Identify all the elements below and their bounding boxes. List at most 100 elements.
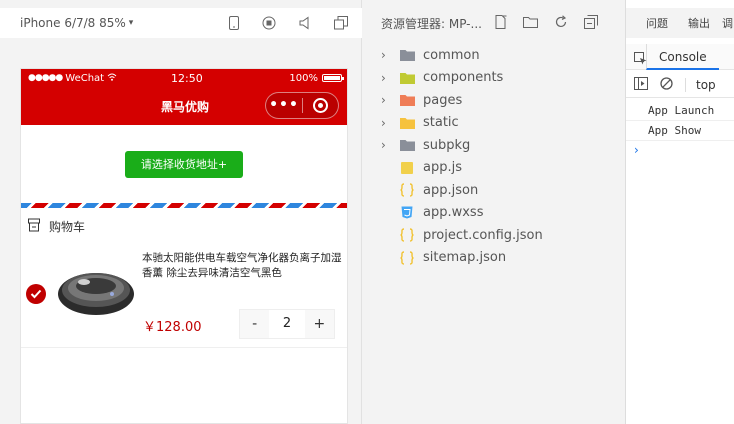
console-prompt[interactable]: › <box>634 143 639 157</box>
folder-icon-shape <box>399 95 415 107</box>
refresh-icon[interactable] <box>554 14 568 33</box>
checkmark-icon <box>30 289 42 299</box>
folder-icon <box>399 116 415 130</box>
chevron-right-icon: › <box>381 70 386 85</box>
goods-checkbox[interactable] <box>26 284 46 304</box>
chevron-right-icon: › <box>381 138 386 153</box>
capsule-menu: ••• <box>265 92 339 119</box>
tree-item-label: common <box>423 47 480 63</box>
choose-address-button[interactable]: 请选择收货地址+ <box>125 151 243 178</box>
popout-icon[interactable] <box>334 16 348 30</box>
debug-tabs: 问题 输出 调 <box>626 8 734 38</box>
close-icon <box>312 98 328 113</box>
tree-folder-common[interactable]: › common <box>363 44 624 67</box>
more-button[interactable]: ••• <box>266 92 302 119</box>
nav-bar: 黑马优购 ••• <box>21 87 347 125</box>
tree-item-label: pages <box>423 92 463 108</box>
console-log-row: App Show <box>626 121 734 141</box>
folder-icon <box>399 93 415 107</box>
context-selector[interactable]: top <box>685 77 716 92</box>
tree-file-app-wxss[interactable]: app.wxss <box>363 202 624 225</box>
status-time: 12:50 <box>171 71 203 85</box>
tree-item-label: project.config.json <box>423 227 543 243</box>
folder-icon <box>399 71 415 85</box>
chevron-down-icon: ▾ <box>128 18 134 28</box>
simulator-tools <box>228 8 348 38</box>
tree-item-label: static <box>423 115 459 131</box>
folder-icon <box>399 48 415 62</box>
console-pane: 问题 输出 调 Console top App Launch App Show … <box>625 0 734 424</box>
goods-price: ￥128.00 <box>143 320 202 335</box>
shop-icon <box>27 217 41 236</box>
console-toolbar: top <box>626 72 734 98</box>
phone-icon[interactable] <box>228 16 240 30</box>
tab-output[interactable]: 输出 <box>688 15 710 31</box>
device-label: iPhone 6/7/8 85% <box>20 16 126 30</box>
tree-file-app-json[interactable]: app.json <box>363 179 624 202</box>
battery-icon <box>322 74 344 82</box>
address-border-stripe <box>21 203 347 208</box>
collapse-all-icon[interactable] <box>584 14 598 33</box>
phone-screen: ●●●●● WeChat 12:50 100% 黑马优购 ••• 请选择收货地址… <box>20 68 348 424</box>
new-folder-icon[interactable] <box>523 14 538 33</box>
volume-icon[interactable] <box>298 16 312 30</box>
json-file-icon <box>399 251 415 265</box>
json-file-icon <box>399 183 415 197</box>
chevron-right-icon: › <box>381 115 386 130</box>
carrier-label: WeChat <box>65 72 105 84</box>
simulator-pane: iPhone 6/7/8 85% ▾ ●●●●● WeChat 12:50 10… <box>0 0 362 424</box>
devtools-window: iPhone 6/7/8 85% ▾ ●●●●● WeChat 12:50 10… <box>0 0 734 424</box>
signal-icon: ●●●●● <box>28 73 63 83</box>
inspect-icon[interactable] <box>634 50 647 69</box>
tree-folder-subpkg[interactable]: › subpkg <box>363 134 624 157</box>
tree-item-label: app.wxss <box>423 205 484 221</box>
folder-icon <box>399 138 415 152</box>
device-selector[interactable]: iPhone 6/7/8 85% ▾ <box>20 16 133 30</box>
quantity-input[interactable]: 2 <box>269 310 305 338</box>
close-button[interactable] <box>303 98 338 113</box>
wifi-icon <box>107 73 117 84</box>
chevron-right-icon: › <box>381 93 386 108</box>
js-file-icon <box>399 161 415 175</box>
clear-console-icon[interactable] <box>660 75 673 94</box>
goods-name: 本驰太阳能供电车载空气净化器负离子加湿香薰 除尘去异味清洁空气黑色 <box>142 252 342 279</box>
tree-folder-pages[interactable]: › pages <box>363 89 624 112</box>
decrease-button[interactable]: - <box>240 316 269 332</box>
tree-item-label: sitemap.json <box>423 250 507 266</box>
tab-console[interactable]: Console <box>646 43 719 70</box>
cart-title: 购物车 <box>49 220 86 234</box>
devtools-toolbar: Console <box>626 43 734 70</box>
status-bar: ●●●●● WeChat 12:50 100% <box>21 69 347 87</box>
tree-folder-components[interactable]: › components <box>363 67 624 90</box>
battery-label: 100% <box>289 72 318 84</box>
goods-image[interactable] <box>54 252 138 326</box>
tab-problems[interactable]: 问题 <box>646 15 668 31</box>
cart-header: 购物车 <box>27 217 85 236</box>
chevron-right-icon: › <box>381 48 386 63</box>
new-file-icon[interactable] <box>493 14 507 33</box>
sidebar-toggle-icon[interactable] <box>634 75 648 94</box>
quantity-stepper: - 2 + <box>239 309 335 339</box>
folder-icon-shape <box>399 140 415 152</box>
tab-debugger[interactable]: 调 <box>722 15 733 31</box>
tree-file-app-js[interactable]: app.js <box>363 157 624 180</box>
simulator-toolbar: iPhone 6/7/8 85% ▾ <box>0 8 362 38</box>
tree-item-label: app.json <box>423 182 479 198</box>
record-icon[interactable] <box>262 16 276 30</box>
folder-icon-shape <box>399 117 415 129</box>
console-log-row: App Launch <box>626 101 734 121</box>
divider <box>21 347 347 348</box>
tree-item-label: subpkg <box>423 137 471 153</box>
tree-item-label: app.js <box>423 160 462 176</box>
tree-item-label: components <box>423 70 504 86</box>
json-file-icon <box>399 228 415 242</box>
tree-file-sitemap[interactable]: sitemap.json <box>363 247 624 270</box>
tree-folder-static[interactable]: › static <box>363 112 624 135</box>
tree-file-project-config[interactable]: project.config.json <box>363 224 624 247</box>
explorer-actions <box>493 8 598 38</box>
explorer-pane: 资源管理器: MP-... › common › components › pa… <box>363 0 624 424</box>
increase-button[interactable]: + <box>305 316 334 332</box>
file-tree: › common › components › pages › static › <box>363 44 624 269</box>
css-file-icon <box>399 206 415 220</box>
explorer-header: 资源管理器: MP-... <box>363 8 624 38</box>
